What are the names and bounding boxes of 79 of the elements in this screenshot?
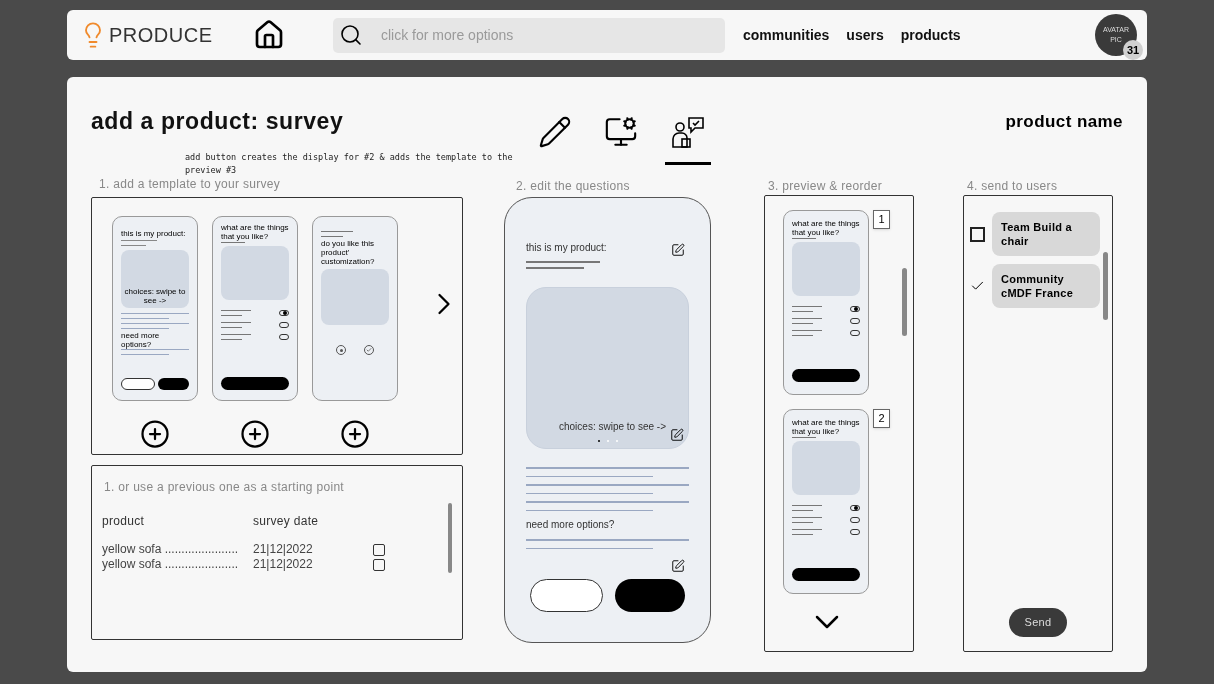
tab[interactable] — [664, 115, 711, 165]
monitor-gear-icon — [604, 115, 639, 149]
template-card[interactable]: this is my product: choices: swipe to see -> need more options? — [112, 216, 198, 401]
template-text: what are the things that you like? — [792, 418, 860, 436]
search-field[interactable]: click for more options — [381, 24, 719, 46]
notification-badge: 31 — [1123, 40, 1143, 60]
pencil-icon — [538, 115, 573, 149]
caption-text: choices: swipe to see -> — [559, 420, 667, 434]
checkbox[interactable] — [373, 543, 385, 556]
template-text: this is my product: — [121, 229, 187, 238]
filled-button[interactable] — [792, 568, 860, 581]
scrollbar[interactable] — [902, 268, 907, 336]
toggle-switch[interactable] — [850, 517, 860, 523]
toggle-switch[interactable] — [279, 322, 289, 328]
add-icon — [340, 419, 370, 449]
order-number[interactable]: 2 — [873, 409, 890, 428]
image-placeholder — [221, 246, 289, 300]
image-placeholder — [792, 242, 860, 296]
template-text: what are the things that you like? — [221, 223, 289, 241]
outline-button[interactable] — [121, 378, 155, 390]
column-header: survey date — [253, 513, 319, 530]
table-cell-text: 21|12|2022 — [253, 542, 314, 557]
order-number[interactable]: 1 — [873, 210, 890, 229]
check-icon[interactable] — [364, 345, 374, 355]
template-text: do you like this product' customization? — [321, 239, 376, 266]
section-label: 1. add a template to your survey — [99, 177, 282, 191]
image-placeholder — [321, 269, 389, 325]
logo-text[interactable]: PRODUCE — [109, 20, 213, 50]
checkbox[interactable] — [970, 226, 985, 242]
outline-button[interactable] — [530, 579, 603, 612]
toggle-switch[interactable] — [850, 529, 860, 535]
toggle-switch[interactable] — [279, 310, 289, 316]
person-speech-bubble-icon — [669, 115, 706, 151]
table-cell-text: 21|12|2022 — [253, 557, 314, 572]
section-label: 1. or use a previous one as a starting point — [104, 479, 345, 496]
section-label: 2. edit the questions — [516, 179, 631, 193]
add-icon — [240, 419, 270, 449]
template-text: choices: swipe to see -> — [123, 287, 187, 305]
template-text: need more options? — [121, 331, 161, 349]
nav-link[interactable]: communities — [743, 24, 830, 46]
page-title: add a product: survey — [91, 107, 345, 135]
edit-icon — [670, 428, 684, 442]
search-icon — [339, 23, 363, 47]
send-button[interactable]: Send — [1009, 608, 1067, 637]
question-text: this is my product: — [526, 241, 607, 255]
toggle-switch[interactable] — [850, 318, 860, 324]
section-label: 3. preview & reorder — [768, 179, 884, 193]
toggle-switch[interactable] — [850, 306, 860, 312]
filled-button[interactable] — [792, 369, 860, 382]
search-bar[interactable]: click for more options — [333, 17, 725, 53]
column-header: product — [102, 513, 146, 530]
checkbox[interactable] — [373, 558, 385, 571]
edit-icon — [671, 243, 685, 257]
filled-button[interactable] — [614, 579, 685, 612]
template-card[interactable]: what are the things that you like? — [212, 216, 298, 401]
toggle-switch[interactable] — [850, 505, 860, 511]
scrollbar[interactable] — [1103, 252, 1108, 320]
filled-button[interactable] — [221, 377, 289, 390]
product-name: product name — [1004, 111, 1123, 133]
nav-link[interactable]: products — [900, 24, 961, 46]
table-cell-text: yellow sofa ...................... — [102, 557, 240, 572]
template-text: what are the things that you like? — [792, 219, 860, 237]
add-icon — [140, 419, 170, 449]
filled-button[interactable] — [157, 378, 189, 390]
recipient-chip[interactable]: Community cMDF France — [992, 264, 1100, 308]
scrollbar[interactable] — [448, 503, 452, 573]
nav-link[interactable]: users — [846, 24, 884, 46]
question-text: need more options? — [526, 518, 616, 532]
edit-icon — [671, 559, 685, 573]
toggle-switch[interactable] — [850, 330, 860, 336]
toggle-switch[interactable] — [279, 334, 289, 340]
hint-note: add button creates the display for #2 & adds the template to the preview #3 — [185, 151, 514, 177]
recipient-chip[interactable]: Team Build a chair — [992, 212, 1100, 256]
section-label: 4. send to users — [967, 179, 1059, 193]
image-placeholder — [792, 441, 860, 495]
preview-card[interactable]: what are the things that you like? — [783, 210, 869, 395]
preview-card[interactable]: what are the things that you like? — [783, 409, 869, 594]
table-cell-text: yellow sofa ...................... — [102, 542, 240, 557]
template-card[interactable]: do you like this product' customization? — [312, 216, 398, 401]
